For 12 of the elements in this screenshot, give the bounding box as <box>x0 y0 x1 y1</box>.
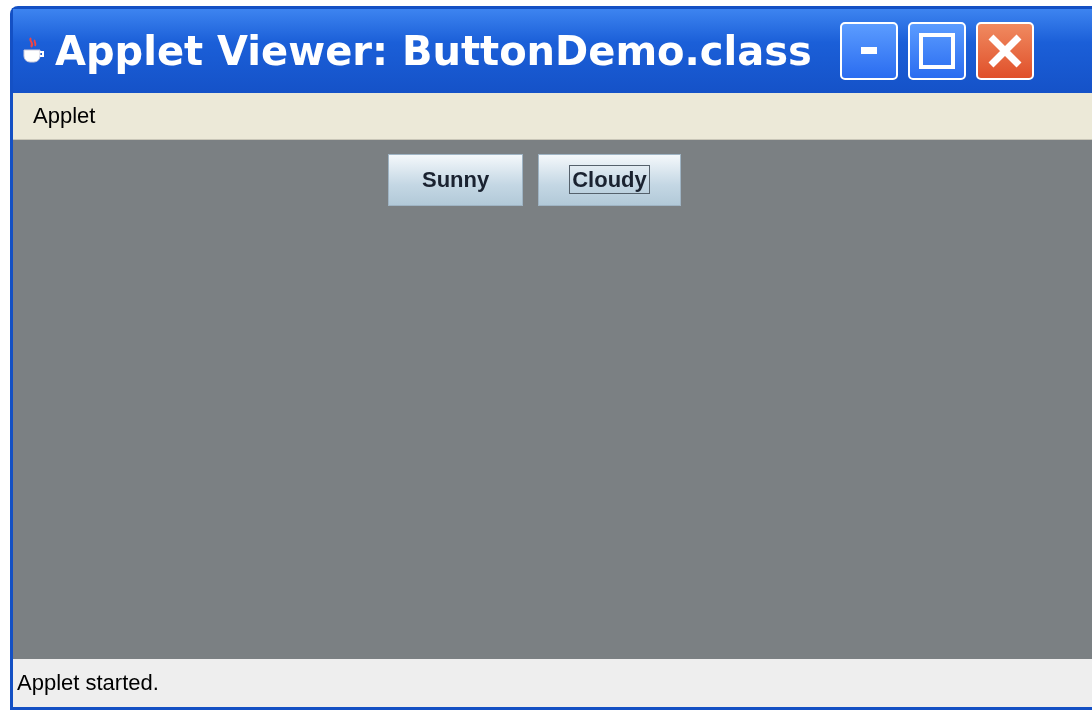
close-button[interactable] <box>975 22 1034 80</box>
minimize-button[interactable] <box>839 22 898 80</box>
status-text: Applet started. <box>17 670 159 696</box>
maximize-icon <box>918 33 955 69</box>
close-icon <box>986 33 1023 69</box>
push-button[interactable]: Cloudy <box>538 154 681 206</box>
window-title: Applet Viewer: ButtonDemo.class <box>55 28 812 74</box>
menu-item[interactable]: Applet <box>27 101 102 131</box>
maximize-button[interactable] <box>907 22 966 80</box>
coffee-cup-icon <box>21 36 45 66</box>
minimize-icon <box>858 47 879 55</box>
push-button[interactable]: Sunny <box>388 154 524 206</box>
